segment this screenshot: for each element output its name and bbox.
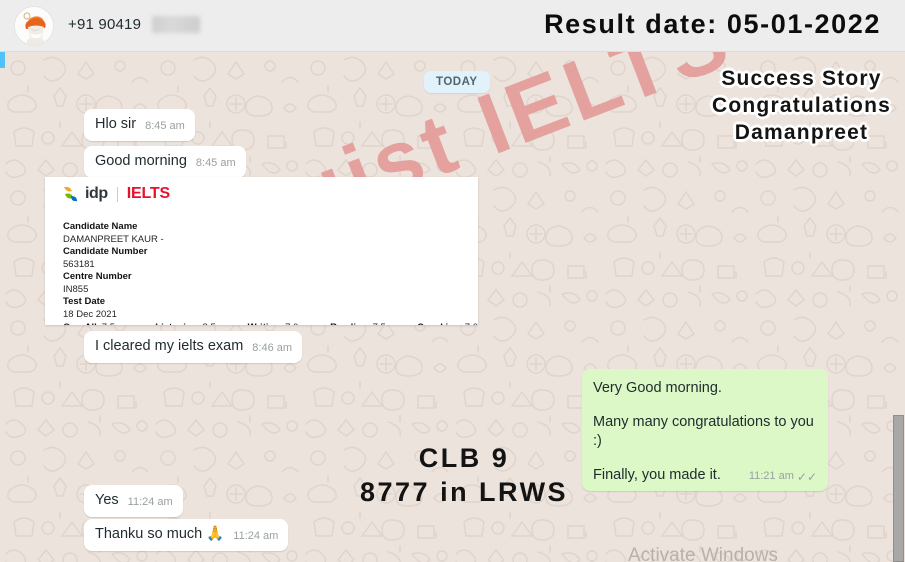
message-time: 11:21 am [748,470,794,483]
ielts-result-certificate-attachment[interactable]: idp IELTS Candidate Name DAMANPREET KAUR… [45,177,478,325]
message-bubble-incoming[interactable]: I cleared my ielts exam 8:46 am [84,331,303,363]
cert-label-candidate-number: Candidate Number [63,246,148,258]
clb-line-1: CLB 9 [418,443,510,473]
success-line-1: Success Story [721,67,882,90]
success-line-3: Damanpreet [734,120,869,144]
message-time: 8:45 am [195,156,236,169]
cert-value-candidate-name: DAMANPREET KAUR - [63,233,164,245]
message-time: 8:46 am [252,341,293,354]
avatar[interactable] [14,6,54,46]
date-divider: TODAY [424,71,490,93]
cert-value-candidate-number: 563181 [63,258,95,270]
message-bubble-incoming[interactable]: Hlo sir 8:45 am [84,109,195,141]
idp-logo-mark [64,186,77,202]
message-text: Thanku so much 🙏 [95,526,225,542]
cert-scores-row: OverAll 7.5 Listening 8.5 Writing 7.0 Re… [63,322,478,325]
message-text-line-1: Very Good morning. [593,380,722,396]
score-listening: Listening 8.5 [155,322,247,325]
idp-wordmark: idp [85,185,108,202]
message-bubble-incoming[interactable]: Good morning 8:45 am [84,146,246,178]
logo-divider [116,186,118,202]
message-meta: 11:21 am ✓✓ [749,469,817,485]
double-check-icon: ✓✓ [796,469,817,484]
message-text: I cleared my ielts exam [95,338,244,354]
contact-phone-number: +91 90419 [68,16,142,33]
score-reading: Reading 7.5 [330,322,417,325]
message-text-line-3: Finally, you made it. [593,466,721,483]
message-bubble-outgoing[interactable]: Very Good morning. Many many congratulat… [582,369,828,492]
cert-label-candidate-name: Candidate Name [63,221,138,232]
cert-value-test-date: 18 Dec 2021 [63,308,117,320]
message-text: Yes [95,492,119,508]
phone-redaction-blur [152,16,200,33]
message-time: 11:24 am [127,495,173,508]
activate-windows-watermark: Activate Windows [628,545,778,562]
clb-score-caption: CLB 9 8777 in LRWS [360,442,568,510]
message-text-line-2: Many many congratulations to you :) [593,413,814,450]
message-text: Hlo sir [95,116,137,132]
cert-label-centre-number: Centre Number [63,271,132,283]
idp-ielts-logo: idp IELTS [63,183,478,205]
message-time: 8:45 am [145,119,185,132]
score-speaking: Speaking 7.0 [418,322,478,325]
message-text: Good morning [95,153,187,169]
score-overall: OverAll 7.5 [63,322,155,325]
result-date-caption: Result date: 05-01-2022 [544,9,881,39]
score-writing: Writing 7.0 [248,322,331,325]
success-story-caption: Success Story Congratulations Damanpreet [712,66,891,147]
chat-scrollbar-thumb[interactable] [893,415,904,562]
message-bubble-incoming[interactable]: Yes 11:24 am [84,485,183,517]
cert-value-centre-number: IN855 [63,283,89,295]
clb-line-2: 8777 in LRWS [360,476,569,507]
chat-header-bar: +91 90419 Result date: 05-01-2022 [0,0,905,52]
message-time: 11:24 am [233,529,279,542]
whatsapp-chat-window: Altruist IELTS +91 90419 Result date: 05… [0,0,905,562]
success-line-2: Congratulations [712,93,891,117]
cert-label-test-date: Test Date [63,296,106,308]
ielts-wordmark: IELTS [126,185,170,202]
left-accent-stripe [0,52,5,68]
message-bubble-incoming[interactable]: Thanku so much 🙏 11:24 am [84,519,289,551]
